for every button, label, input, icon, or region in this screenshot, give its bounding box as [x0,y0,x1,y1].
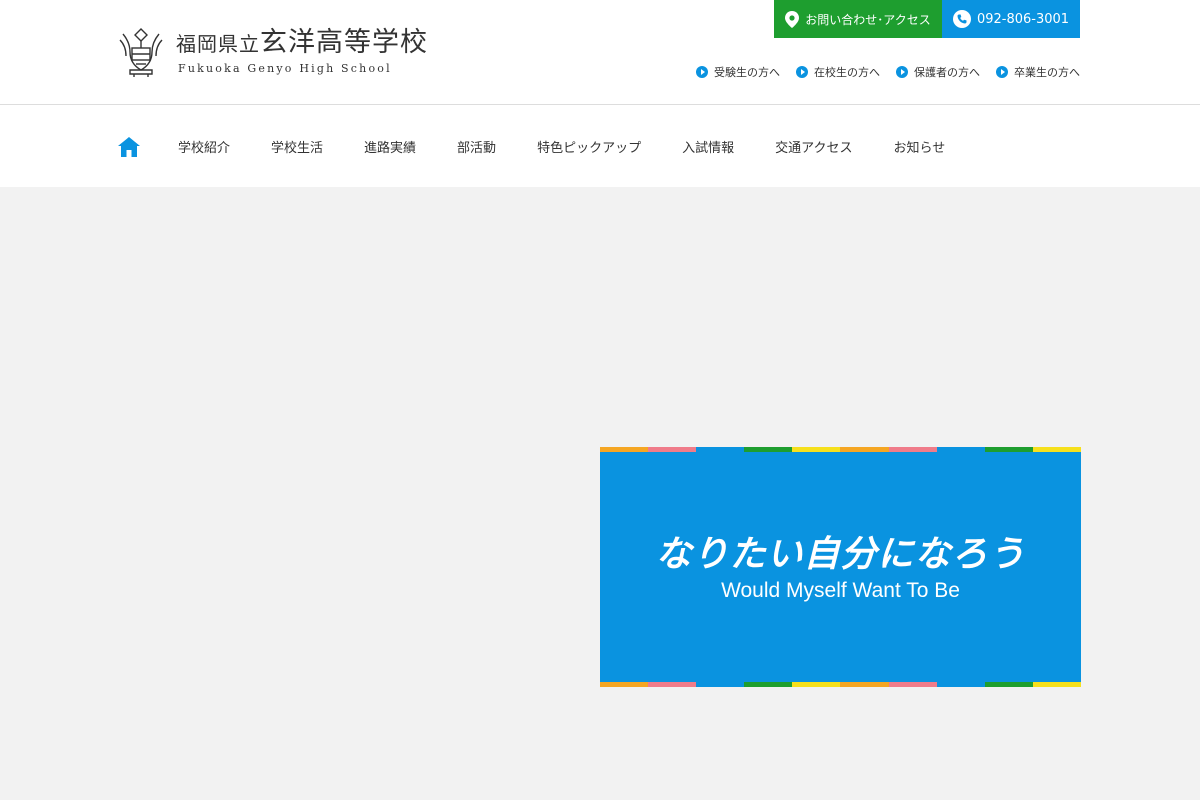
nav-item-career[interactable]: 進路実績 [364,137,416,156]
arrow-circle-icon [896,66,908,78]
audience-link-parents[interactable]: 保護者の方へ [896,64,980,80]
arrow-circle-icon [996,66,1008,78]
phone-icon [952,10,971,28]
audience-link-label: 受験生の方へ [714,66,780,79]
stripe-segment [936,682,985,687]
audience-link-students[interactable]: 在校生の方へ [796,64,880,80]
audience-link-applicants[interactable]: 受験生の方へ [696,64,780,80]
school-crest-icon [119,28,163,77]
contact-access-label: お問い合わせ･アクセス [805,12,931,27]
nav-home-link[interactable] [118,136,140,158]
nav-item-school-life[interactable]: 学校生活 [271,137,323,156]
stripe-segment [696,682,745,687]
stripe-segment [600,447,649,452]
stripe-segment [1032,447,1081,452]
stripe-segment [840,447,889,452]
map-pin-icon [785,10,800,28]
site-header: 福岡県立 玄洋高等学校 Fukuoka Genyo High School お問… [0,0,1200,105]
stripe-segment [792,447,841,452]
stripe-segment [648,682,697,687]
audience-link-label: 卒業生の方へ [1014,66,1080,79]
stripe-segment [840,682,889,687]
banner-tagline-english: Would Myself Want To Be [721,579,960,602]
audience-link-alumni[interactable]: 卒業生の方へ [996,64,1080,80]
nav-item-features[interactable]: 特色ピックアップ [537,137,641,156]
stripe-segment [984,682,1033,687]
school-logo[interactable]: 福岡県立 玄洋高等学校 Fukuoka Genyo High School [118,26,428,78]
nav-item-about[interactable]: 学校紹介 [178,137,230,156]
stripe-segment [1032,682,1081,687]
stripe-segment [888,447,937,452]
logo-prefecture: 福岡県立 [176,32,260,56]
banner-bottom-stripe [600,682,1081,687]
banner-tagline-japanese: なりたい自分になろう [655,534,1026,575]
stripe-segment [888,682,937,687]
audience-links: 受験生の方へ 在校生の方へ 保護者の方へ 卒業生の方へ [696,64,1080,80]
nav-item-admissions[interactable]: 入試情報 [682,137,734,156]
stripe-segment [696,447,745,452]
logo-school-name: 玄洋高等学校 [260,27,428,58]
stripe-segment [600,682,649,687]
phone-number: 092-806-3001 [976,11,1070,27]
logo-japanese-name: 福岡県立 玄洋高等学校 [176,29,428,56]
banner-top-stripe [600,447,1081,452]
arrow-circle-icon [796,66,808,78]
stripe-segment [984,447,1033,452]
nav-item-clubs[interactable]: 部活動 [457,137,496,156]
phone-button[interactable]: 092-806-3001 [942,0,1080,38]
logo-english-name: Fukuoka Genyo High School [178,62,392,75]
stripe-segment [936,447,985,452]
nav-item-news[interactable]: お知らせ [893,137,945,156]
main-nav: 学校紹介 学校生活 進路実績 部活動 特色ピックアップ 入試情報 交通アクセス … [0,106,1200,187]
audience-link-label: 保護者の方へ [914,66,980,79]
top-buttons: お問い合わせ･アクセス 092-806-3001 [774,0,1080,38]
home-icon [118,136,140,157]
main-visual-area: なりたい自分になろう Would Myself Want To Be [0,187,1200,800]
nav-items: 学校紹介 学校生活 進路実績 部活動 特色ピックアップ 入試情報 交通アクセス … [118,106,986,187]
stripe-segment [792,682,841,687]
logo-text: 福岡県立 玄洋高等学校 Fukuoka Genyo High School [176,29,428,75]
audience-link-label: 在校生の方へ [814,66,880,79]
contact-access-button[interactable]: お問い合わせ･アクセス [774,0,942,38]
arrow-circle-icon [696,66,708,78]
stripe-segment [648,447,697,452]
hero-banner: なりたい自分になろう Would Myself Want To Be [600,447,1081,687]
stripe-segment [744,447,793,452]
nav-item-access[interactable]: 交通アクセス [775,137,852,156]
stripe-segment [744,682,793,687]
